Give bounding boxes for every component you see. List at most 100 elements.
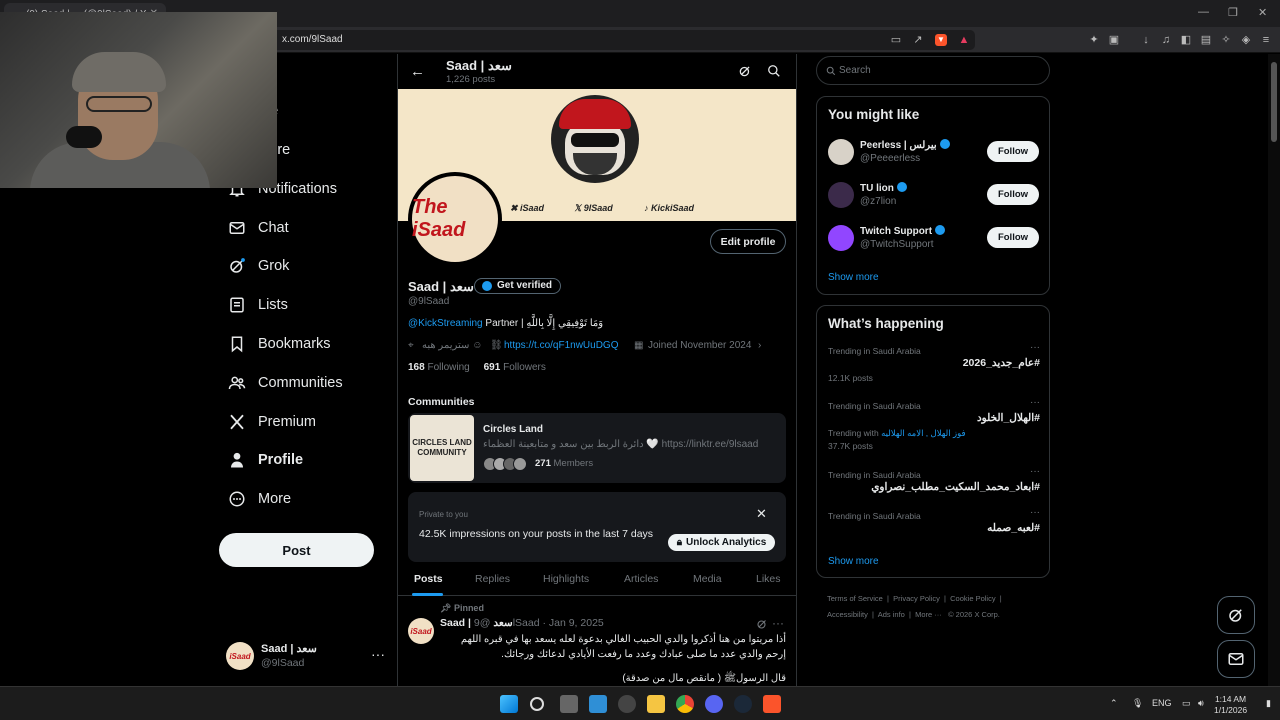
sidebar-icon[interactable]: ◧ xyxy=(1180,34,1192,46)
close-window-button[interactable]: ✕ xyxy=(1258,6,1267,19)
minimize-button[interactable]: — xyxy=(1198,6,1209,18)
post-more-icon[interactable]: ··· xyxy=(772,616,784,630)
get-verified-button[interactable]: Get verified xyxy=(474,278,562,294)
chevron-right-icon[interactable]: › xyxy=(758,340,761,351)
brave-shield-icon[interactable]: ▼ xyxy=(935,34,947,46)
steam-icon[interactable] xyxy=(734,695,752,713)
private-label: Private to you xyxy=(419,510,468,519)
nav-bookmarks[interactable]: Bookmarks xyxy=(218,325,331,363)
store-icon[interactable] xyxy=(589,695,607,713)
media-icon[interactable]: ♫ xyxy=(1160,34,1172,46)
following-link[interactable]: 168 Following xyxy=(408,362,470,373)
post-button[interactable]: Post xyxy=(219,533,374,567)
trend-more-icon[interactable]: ··· xyxy=(1030,342,1040,353)
footer-accessibility-link[interactable]: Accessibility xyxy=(827,610,868,619)
tray-chevron-up-icon[interactable]: ⌃ xyxy=(1110,698,1118,709)
unlock-analytics-button[interactable]: 🔒︎ Unlock Analytics xyxy=(668,534,775,551)
profile-avatar[interactable]: The iSaad xyxy=(408,172,502,266)
nav-premium[interactable]: Premium xyxy=(218,403,316,441)
suggested-account[interactable]: Twitch Support @TwitchSupport Follow xyxy=(828,221,1040,257)
tab-replies[interactable]: Replies xyxy=(475,573,510,585)
chrome-icon[interactable] xyxy=(676,695,694,713)
active-tab-indicator xyxy=(412,593,443,596)
show-more-link[interactable]: Show more xyxy=(828,556,879,567)
trend-item[interactable]: Trending in Saudi Arabia ··· #لعبه_صمله xyxy=(828,507,1040,541)
footer-ads-link[interactable]: Ads info xyxy=(878,610,905,619)
list-icon xyxy=(228,296,246,314)
leo-icon[interactable]: ✧ xyxy=(1220,34,1232,46)
tab-highlights[interactable]: Highlights xyxy=(543,573,589,585)
footer-more-link[interactable]: More ··· xyxy=(915,610,942,619)
maximize-button[interactable]: ❐ xyxy=(1228,6,1238,19)
search-icon[interactable] xyxy=(530,697,544,711)
discord-icon[interactable] xyxy=(705,695,723,713)
extensions-icon[interactable]: ✦ xyxy=(1088,34,1100,46)
windows-start-icon[interactable] xyxy=(500,695,518,713)
vpn-icon[interactable]: ◈ xyxy=(1240,34,1252,46)
tab-likes[interactable]: Likes xyxy=(756,573,781,585)
show-more-link[interactable]: Show more xyxy=(828,272,879,283)
translate-icon[interactable]: ▣ xyxy=(1108,34,1120,46)
account-switcher[interactable]: iSaad Saad | سعد @9lSaad ··· xyxy=(226,640,386,672)
close-icon[interactable]: ✕ xyxy=(756,506,767,522)
nav-chat[interactable]: Chat xyxy=(218,209,289,247)
more-dots-icon[interactable]: ··· xyxy=(371,646,385,662)
nav-more[interactable]: More xyxy=(218,480,291,518)
download-icon[interactable]: ↓ xyxy=(1140,34,1152,46)
trend-item[interactable]: Trending in Saudi Arabia ··· #عام_جديد_2… xyxy=(828,342,1040,386)
rewards-icon[interactable]: ▲ xyxy=(958,34,970,46)
community-card[interactable]: CIRCLES LAND COMMUNITY Circles Land دائر… xyxy=(408,413,786,483)
grok-icon[interactable] xyxy=(756,618,768,630)
edit-profile-button[interactable]: Edit profile xyxy=(710,229,786,254)
suggested-account[interactable]: TU lion @z7lion Follow xyxy=(828,178,1040,214)
messages-fab-button[interactable] xyxy=(1217,640,1255,678)
page-scrollbar[interactable] xyxy=(1268,54,1280,686)
footer-privacy-link[interactable]: Privacy Policy xyxy=(893,594,940,603)
tab-articles[interactable]: Articles xyxy=(624,573,658,585)
obs-icon[interactable] xyxy=(618,695,636,713)
search-icon[interactable] xyxy=(767,64,781,78)
footer-terms-link[interactable]: Terms of Service xyxy=(827,594,883,603)
trend-more-icon[interactable]: ··· xyxy=(1030,466,1040,477)
network-icon[interactable]: ▭ xyxy=(1182,698,1191,709)
menu-icon[interactable]: ≡ xyxy=(1260,34,1272,46)
profile-website[interactable]: https://t.co/qF1nwUuDGQ xyxy=(504,340,619,351)
trend-more-icon[interactable]: ··· xyxy=(1030,397,1040,408)
language-indicator[interactable]: ENG xyxy=(1152,698,1172,708)
nav-grok[interactable]: Grok xyxy=(218,247,289,285)
nav-lists[interactable]: Lists xyxy=(218,286,288,324)
trend-more-icon[interactable]: ··· xyxy=(1030,507,1040,518)
volume-icon[interactable]: 🔊︎ xyxy=(1198,698,1204,709)
bio-mention-link[interactable]: @KickStreaming xyxy=(408,318,483,329)
file-explorer-icon[interactable] xyxy=(647,695,665,713)
tab-posts[interactable]: Posts xyxy=(414,573,443,585)
microphone-icon[interactable]: 🎙︎ xyxy=(1132,698,1143,709)
grok-icon[interactable] xyxy=(738,64,752,78)
calendar-icon: ▦ xyxy=(634,340,644,351)
nav-communities[interactable]: Communities xyxy=(218,364,343,402)
task-view-icon[interactable] xyxy=(560,695,578,713)
footer-cookie-link[interactable]: Cookie Policy xyxy=(950,594,995,603)
notification-icon[interactable]: ▮ xyxy=(1266,698,1271,709)
scrollbar-thumb[interactable] xyxy=(1271,62,1277,142)
back-arrow-icon[interactable]: ← xyxy=(410,63,425,80)
grok-fab-button[interactable] xyxy=(1217,596,1255,634)
tab-media[interactable]: Media xyxy=(693,573,722,585)
suggested-account[interactable]: Peerless | بيرلس @Peeeerless Follow xyxy=(828,135,1040,171)
post-avatar[interactable]: iSaad xyxy=(408,618,434,644)
cast-icon[interactable]: ▭ xyxy=(890,34,902,46)
trend-item[interactable]: Trending in Saudi Arabia ··· #ابعاد_محمد… xyxy=(828,466,1040,500)
system-clock[interactable]: 1:14 AM 1/1/2026 xyxy=(1214,694,1247,716)
address-bar[interactable]: x.com/9lSaad xyxy=(270,30,975,50)
trend-item[interactable]: Trending in Saudi Arabia ··· #الهلال_الخ… xyxy=(828,397,1040,457)
wallet-icon[interactable]: ▤ xyxy=(1200,34,1212,46)
share-icon[interactable]: ↗ xyxy=(912,34,924,46)
followers-link[interactable]: 691 Followers xyxy=(484,362,546,373)
follow-button[interactable]: Follow xyxy=(987,184,1039,205)
brave-icon[interactable] xyxy=(763,695,781,713)
follow-button[interactable]: Follow xyxy=(987,227,1039,248)
follow-button[interactable]: Follow xyxy=(987,141,1039,162)
search-input[interactable]: Search xyxy=(816,56,1050,85)
nav-profile[interactable]: Profile xyxy=(218,441,303,479)
pinned-post[interactable]: 📌︎ Pinned iSaad Saad | سعد @9lSaad · Jan… xyxy=(398,600,796,686)
